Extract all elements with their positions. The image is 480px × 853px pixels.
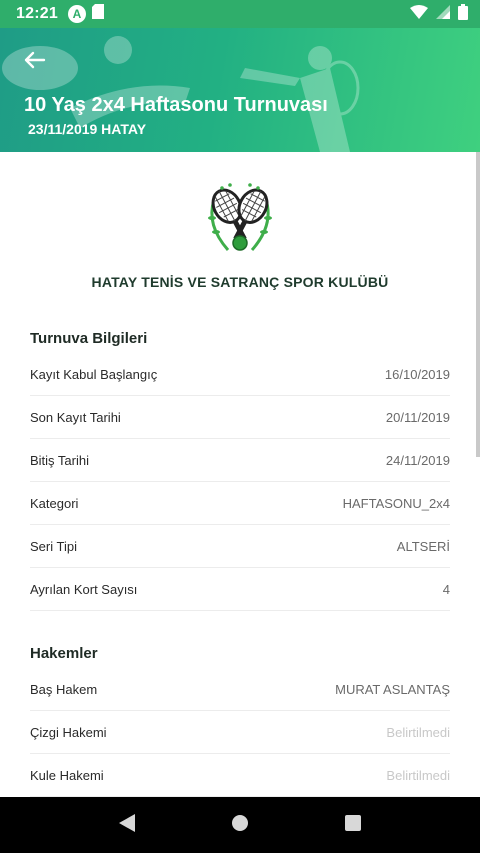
referees-list: Baş Hakem MURAT ASLANTAŞ Çizgi Hakemi Be… — [0, 668, 480, 797]
tournament-info-list: Kayıt Kabul Başlangıç 16/10/2019 Son Kay… — [0, 353, 480, 611]
row-value: Belirtilmedi — [386, 767, 450, 783]
referees-heading: Hakemler — [30, 645, 98, 662]
nav-back-button[interactable] — [118, 813, 136, 838]
back-button[interactable] — [20, 46, 48, 74]
row-value: 24/11/2019 — [385, 452, 450, 468]
tournament-detail-content[interactable]: HATAY TENİS VE SATRANÇ SPOR KULÜBÜ Turnu… — [0, 152, 480, 797]
scrollbar[interactable] — [476, 152, 480, 457]
tennis-rackets-logo-icon — [208, 183, 272, 251]
row-label: Kule Hakemi — [30, 767, 104, 783]
info-row-court-count: Ayrılan Kort Sayısı 4 — [30, 568, 450, 611]
a-icon: A — [67, 5, 86, 23]
status-time: 12:21 — [16, 5, 58, 22]
info-row-registration-deadline: Son Kayıt Tarihi 20/11/2019 — [30, 396, 450, 439]
row-value: Belirtilmedi — [386, 724, 450, 740]
system-navigation-bar — [0, 797, 480, 853]
club-logo — [0, 180, 480, 260]
battery-icon — [458, 3, 468, 25]
status-bar: 12:21 A — [0, 0, 480, 28]
info-row-registration-start: Kayıt Kabul Başlangıç 16/10/2019 — [30, 353, 450, 396]
row-value: 16/10/2019 — [384, 366, 450, 382]
referee-row-head: Baş Hakem MURAT ASLANTAŞ — [30, 668, 450, 711]
triangle-back-icon — [118, 813, 135, 832]
row-value: 4 — [442, 581, 450, 597]
row-label: Bitiş Tarihi — [30, 452, 90, 468]
info-row-series-type: Seri Tipi ALTSERİ — [30, 525, 450, 568]
sd-card-icon — [91, 4, 104, 24]
square-recents-icon — [345, 814, 362, 831]
wifi-icon — [410, 4, 428, 24]
info-row-end-date: Bitiş Tarihi 24/11/2019 — [30, 439, 450, 482]
status-system-icons — [410, 3, 468, 25]
signal-icon — [436, 4, 450, 24]
row-label: Çizgi Hakemi — [30, 724, 107, 740]
tournament-info-heading: Turnuva Bilgileri — [30, 330, 148, 347]
row-value: ALTSERİ — [396, 538, 450, 554]
row-value: 20/11/2019 — [385, 409, 450, 425]
status-notification-icons: A — [67, 4, 104, 24]
referee-row-line: Çizgi Hakemi Belirtilmedi — [30, 711, 450, 754]
circle-home-icon — [231, 814, 248, 831]
row-label: Ayrılan Kort Sayısı — [30, 581, 138, 597]
page-subtitle: 23/11/2019 HATAY — [28, 121, 147, 137]
nav-recents-button[interactable] — [344, 814, 362, 837]
tournament-header: 10 Yaş 2x4 Haftasonu Turnuvası 23/11/201… — [0, 28, 480, 152]
row-label: Son Kayıt Tarihi — [30, 409, 121, 425]
row-label: Kategori — [30, 495, 79, 511]
club-name: HATAY TENİS VE SATRANÇ SPOR KULÜBÜ — [91, 274, 389, 290]
page-title: 10 Yaş 2x4 Haftasonu Turnuvası — [24, 94, 328, 116]
arrow-left-icon — [24, 51, 46, 69]
referee-row-chair: Kule Hakemi Belirtilmedi — [30, 754, 450, 797]
info-row-category: Kategori HAFTASONU_2x4 — [30, 482, 450, 525]
row-label: Kayıt Kabul Başlangıç — [30, 366, 158, 382]
row-value: HAFTASONU_2x4 — [342, 495, 450, 511]
nav-home-button[interactable] — [231, 814, 249, 837]
row-label: Seri Tipi — [30, 538, 77, 554]
row-label: Baş Hakem — [30, 681, 98, 697]
row-value: MURAT ASLANTAŞ — [335, 681, 450, 697]
